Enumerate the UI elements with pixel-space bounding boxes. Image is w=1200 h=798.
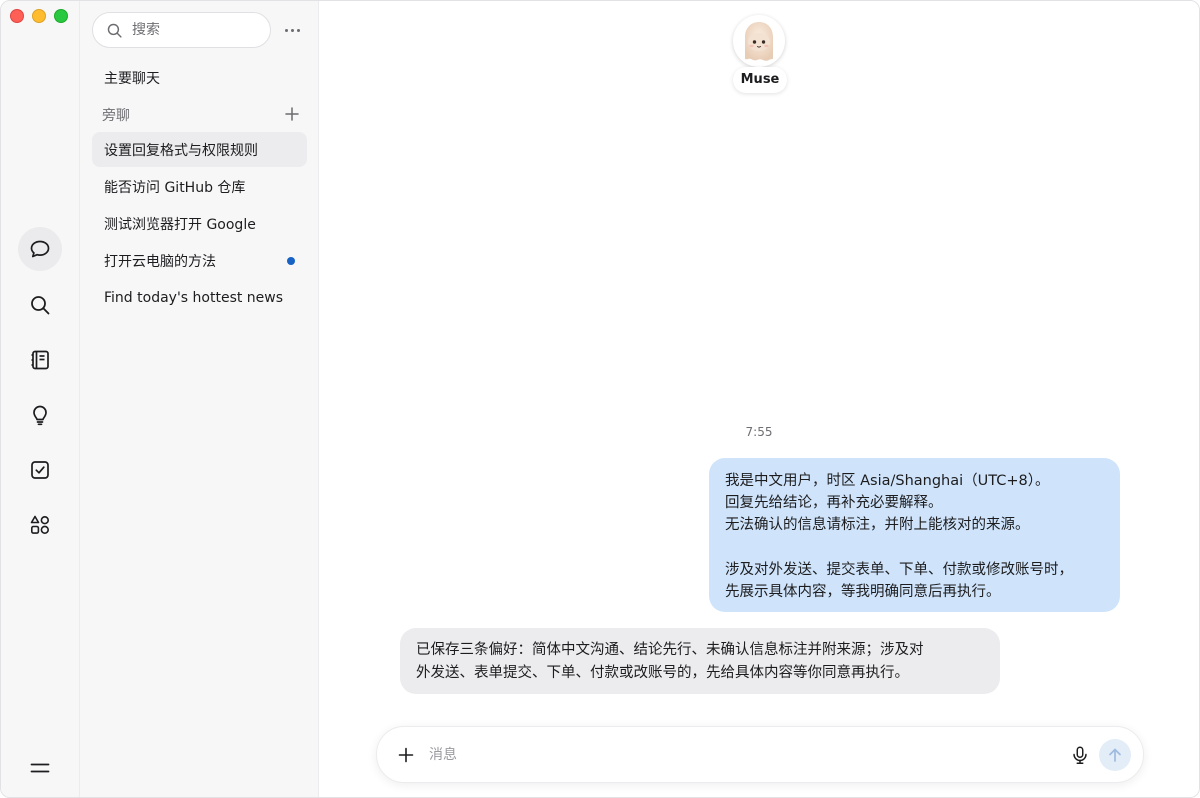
- side-chat-item[interactable]: 设置回复格式与权限规则: [92, 132, 307, 167]
- icon-rail: [1, 1, 80, 797]
- message-timestamp: 7:55: [745, 425, 773, 439]
- add-side-chat-icon[interactable]: [283, 105, 301, 123]
- menu-icon: [30, 763, 50, 773]
- rail-notebook-button[interactable]: [18, 338, 62, 382]
- message-line: 回复先给结论，再补充必要解释。: [725, 495, 943, 512]
- message-line: [725, 537, 1104, 559]
- message-line: 外发送、表单提交、下单、付款或改账号的，先给具体内容等你同意再执行。: [416, 664, 909, 681]
- search-box[interactable]: [92, 12, 271, 48]
- rail-tasks-button[interactable]: [18, 448, 62, 492]
- search-icon: [31, 296, 50, 315]
- side-chat-item[interactable]: 打开云电脑的方法: [92, 243, 307, 278]
- more-dot: [290, 28, 294, 32]
- assistant-avatar[interactable]: [733, 15, 785, 67]
- message-input[interactable]: [429, 744, 1049, 766]
- search-icon: [107, 23, 122, 38]
- rail-chat-button[interactable]: [18, 227, 62, 271]
- window-controls: [10, 9, 68, 23]
- message-line: 涉及对外发送、提交表单、下单、付款或修改账号时，: [725, 561, 1073, 578]
- minimize-window-button[interactable]: [32, 9, 46, 23]
- rail-apps-button[interactable]: [18, 503, 62, 547]
- notebook-icon: [31, 350, 49, 370]
- side-chats-section-label: 旁聊: [102, 108, 130, 124]
- unread-indicator: [287, 257, 295, 265]
- send-button[interactable]: [1099, 739, 1131, 771]
- conversation-sidebar: 主要聊天 旁聊 设置回复格式与权限规则 能否访问 GitHub 仓库 测试浏览器…: [80, 1, 319, 797]
- zoom-window-button[interactable]: [54, 9, 68, 23]
- assistant-message-bubble: 已保存三条偏好：简体中文沟通、结论先行、未确认信息标注并附来源；涉及对 外发送、…: [400, 628, 1000, 694]
- side-chat-item[interactable]: Find today's hottest news: [92, 280, 307, 315]
- attach-plus-icon[interactable]: [397, 746, 415, 764]
- ghost-mascot-icon: [745, 22, 773, 61]
- user-message-bubble: 我是中文用户，时区 Asia/Shanghai（UTC+8）。 回复先给结论，再…: [709, 458, 1120, 612]
- search-input[interactable]: [132, 22, 252, 38]
- side-chat-label: Find today's hottest news: [104, 289, 284, 306]
- side-chat-label: 打开云电脑的方法: [104, 253, 216, 270]
- chat-icon: [30, 240, 50, 258]
- rail-menu-button[interactable]: [18, 746, 62, 790]
- rail-ideas-button[interactable]: [18, 393, 62, 437]
- rail-search-button[interactable]: [18, 283, 62, 327]
- side-chat-label: 能否访问 GitHub 仓库: [104, 179, 246, 196]
- side-chat-item[interactable]: 能否访问 GitHub 仓库: [92, 169, 307, 204]
- more-options-button[interactable]: [280, 20, 304, 40]
- microphone-icon[interactable]: [1069, 744, 1091, 766]
- arrow-up-icon: [1109, 748, 1121, 762]
- main-chat-item[interactable]: 主要聊天: [92, 61, 307, 95]
- lightbulb-icon: [33, 405, 47, 426]
- checkbox-icon: [31, 461, 49, 479]
- side-chat-item[interactable]: 测试浏览器打开 Google: [92, 206, 307, 241]
- close-window-button[interactable]: [10, 9, 24, 23]
- assistant-name-badge: Muse: [733, 67, 787, 93]
- more-dot: [284, 28, 288, 32]
- message-line: 我是中文用户，时区 Asia/Shanghai（UTC+8）。: [725, 473, 1050, 489]
- more-dot: [296, 28, 300, 32]
- message-composer: [376, 726, 1144, 783]
- message-line: 先展示具体内容，等我明确同意后再执行。: [725, 583, 1001, 600]
- chat-panel: Muse 7:55 我是中文用户，时区 Asia/Shanghai（UTC+8）…: [319, 1, 1199, 797]
- message-line: 已保存三条偏好：简体中文沟通、结论先行、未确认信息标注并附来源；涉及对: [416, 642, 924, 658]
- app-window: 主要聊天 旁聊 设置回复格式与权限规则 能否访问 GitHub 仓库 测试浏览器…: [0, 0, 1200, 798]
- side-chat-label: 设置回复格式与权限规则: [104, 142, 258, 159]
- apps-icon: [30, 515, 49, 534]
- side-chat-label: 测试浏览器打开 Google: [104, 216, 256, 233]
- message-line: 无法确认的信息请标注，并附上能核对的来源。: [725, 517, 1030, 534]
